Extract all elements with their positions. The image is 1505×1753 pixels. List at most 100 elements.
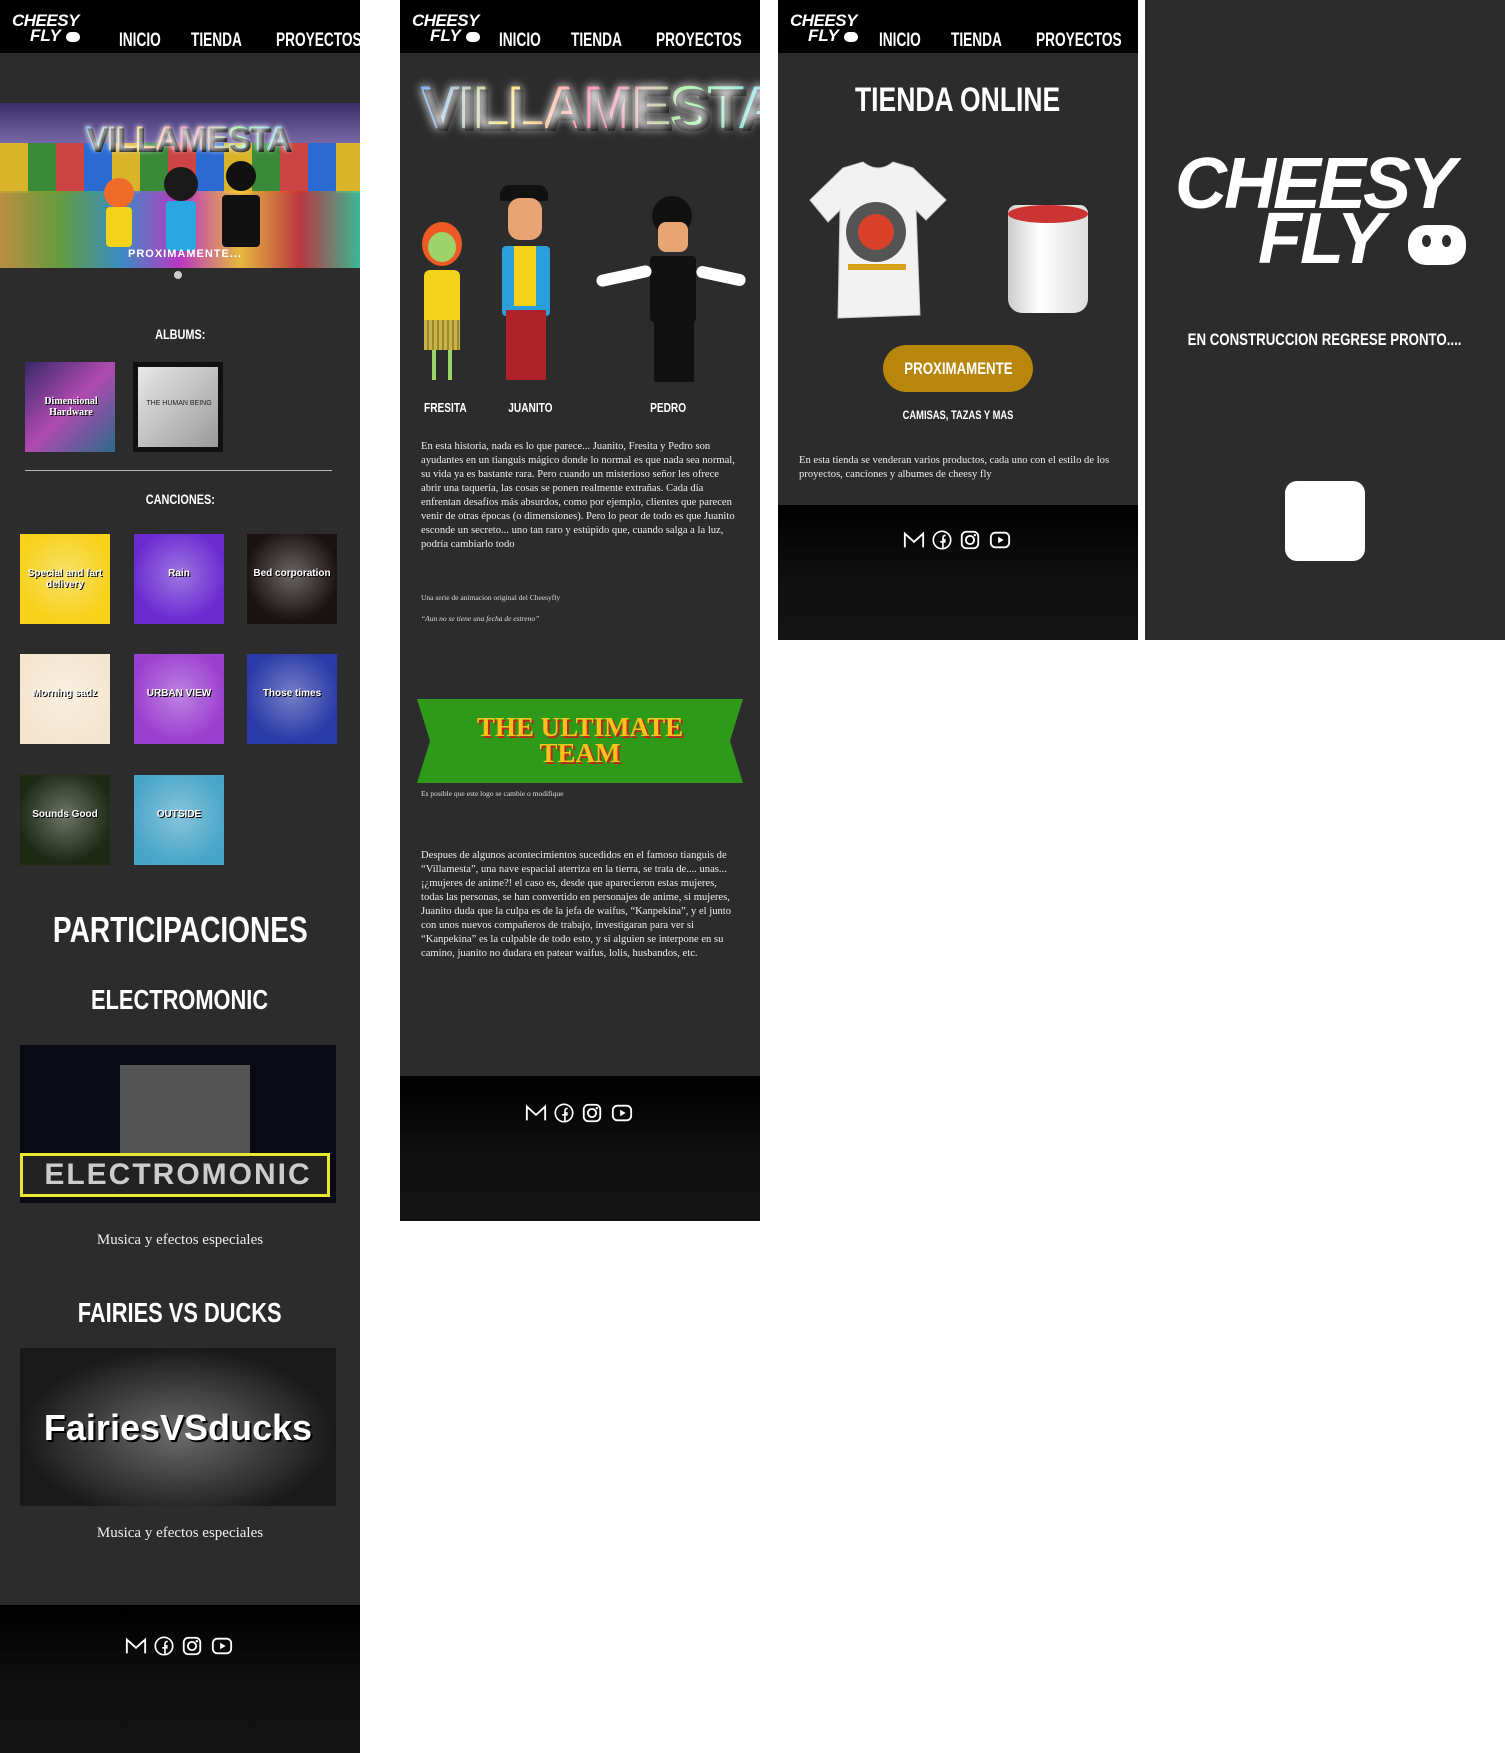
instagram-icon[interactable]	[959, 529, 981, 551]
nav-inicio[interactable]: INICIO	[499, 30, 541, 52]
construction-message: EN CONSTRUCCION REGRESE PRONTO....	[1188, 330, 1462, 349]
logo-bug-icon	[66, 32, 80, 42]
song-title: Morning sadz	[32, 688, 98, 699]
nav-inicio[interactable]: INICIO	[119, 30, 161, 52]
logo-bug-icon	[844, 32, 858, 42]
electromonic-caption: Musica y efectos especiales	[96, 1232, 264, 1248]
pedro-head	[226, 161, 256, 191]
logo-text-2: FLY	[1258, 199, 1385, 279]
logo[interactable]: CHEESY FLY	[406, 10, 486, 46]
song-title: Bed corporation	[253, 568, 331, 579]
character-name: JUANITO	[507, 400, 553, 415]
social-links	[400, 1102, 760, 1124]
juanito-body	[166, 201, 196, 251]
gmail-icon[interactable]	[525, 1102, 547, 1124]
youtube-icon[interactable]	[609, 1102, 635, 1124]
character-name: PEDRO	[649, 400, 687, 415]
nav-proyectos[interactable]: PROYECTOS	[656, 30, 742, 52]
fairies-banner[interactable]: FairiesVSducks	[20, 1348, 336, 1506]
youtube-icon[interactable]	[209, 1635, 235, 1657]
fairies-heading: FAIRIES VS DUCKS	[78, 1297, 282, 1328]
song-thumbnail[interactable]: OUTSIDE	[134, 775, 224, 865]
juanito-pants	[506, 310, 546, 380]
song-title: Rain	[168, 568, 190, 579]
shop-description: En esta tienda se venderan varios produc…	[799, 455, 1110, 480]
placeholder-box	[1285, 481, 1365, 561]
divider	[25, 470, 332, 471]
gmail-icon[interactable]	[903, 529, 925, 551]
release-note: “Aun no se tiene una fecha de estreno”	[421, 614, 540, 623]
youtube-icon[interactable]	[987, 529, 1013, 551]
shop-title: TIENDA ONLINE	[855, 81, 1061, 119]
instagram-icon[interactable]	[581, 1102, 603, 1124]
logo[interactable]: CHEESY FLY	[6, 10, 86, 46]
nav-proyectos[interactable]: PROYECTOS	[1036, 30, 1122, 52]
juanito-head	[164, 167, 198, 201]
logo-bug-icon	[1408, 225, 1466, 265]
logo-text-2: FLY	[430, 26, 461, 45]
album-the-human-being[interactable]: THE HUMAN BEING	[133, 362, 223, 452]
logo-note: Es posible que este logo se cambie o mod…	[421, 789, 564, 798]
ultimate-team-logo: THE ULTIMATE TEAM	[417, 699, 743, 783]
carousel-dot[interactable]	[174, 271, 182, 279]
pedro-arm	[595, 264, 653, 288]
album-title: THE HUMAN BEING	[146, 400, 212, 407]
song-thumbnail[interactable]: Rain	[134, 534, 224, 624]
series-note: Una serie de animacion original del Chee…	[421, 593, 561, 602]
fresita-leg	[448, 350, 452, 380]
villamesta-page: CHEESY FLY INICIO TIENDA PROYECTOS VILLA…	[400, 0, 760, 1221]
mug-product[interactable]	[1008, 205, 1088, 313]
footer	[0, 1605, 360, 1753]
song-title: OUTSIDE	[156, 809, 202, 820]
proximamente-button[interactable]: PROXIMAMENTE	[883, 345, 1033, 392]
hero-carousel[interactable]: VILLAMESTA PROXIMAMENTE...	[0, 103, 360, 268]
song-thumbnail[interactable]: Bed corporation	[247, 534, 337, 624]
facebook-icon[interactable]	[553, 1102, 575, 1124]
juanito-undershirt	[514, 246, 536, 306]
song-title: Special and fart delivery	[27, 568, 103, 590]
albums-heading: ALBUMS:	[154, 326, 206, 342]
nav-inicio[interactable]: INICIO	[879, 30, 921, 52]
fairies-caption: Musica y efectos especiales	[96, 1525, 264, 1541]
synopsis: En esta historia, nada es lo que parece.…	[421, 441, 735, 550]
ultimate-team-line-2: TEAM	[539, 738, 621, 768]
juanito-face	[508, 198, 542, 240]
footer	[778, 505, 1138, 640]
electromonic-heading: ELECTROMONIC	[91, 984, 269, 1015]
instagram-icon[interactable]	[181, 1635, 203, 1657]
shop-subtitle: CAMISAS, TAZAS Y MAS	[902, 408, 1014, 422]
song-thumbnail[interactable]: Sounds Good	[20, 775, 110, 865]
fresita-face	[428, 232, 456, 262]
logo[interactable]: CHEESY FLY	[784, 10, 864, 46]
album-title: Dimensional Hardware	[44, 396, 98, 418]
footer	[400, 1076, 760, 1221]
album-dimensional-hardware[interactable]: Dimensional Hardware	[25, 362, 115, 452]
song-thumbnail[interactable]: Those times	[247, 654, 337, 744]
facebook-icon[interactable]	[931, 529, 953, 551]
song-thumbnail[interactable]: URBAN VIEW	[134, 654, 224, 744]
electromonic-banner[interactable]: ELECTROMONIC	[20, 1045, 336, 1203]
tshirt-product[interactable]	[808, 160, 948, 320]
gmail-icon[interactable]	[125, 1635, 147, 1657]
pedro-face	[658, 222, 688, 252]
villamesta-title: VILLAMESTA	[420, 76, 760, 140]
social-links	[0, 1635, 360, 1657]
nav-tienda[interactable]: TIENDA	[951, 30, 1002, 52]
nav-proyectos[interactable]: PROYECTOS	[276, 30, 360, 52]
story: Despues de algunos acontecimientos suced…	[421, 850, 732, 959]
nav-tienda[interactable]: TIENDA	[571, 30, 622, 52]
banner-text: FairiesVSducks	[43, 1407, 313, 1448]
songs-heading: CANCIONES:	[145, 491, 215, 507]
song-thumbnail[interactable]: Special and fart delivery	[20, 534, 110, 624]
fresita-skirt	[424, 320, 460, 350]
song-title: Those times	[262, 688, 322, 699]
song-thumbnail[interactable]: Morning sadz	[20, 654, 110, 744]
facebook-icon[interactable]	[153, 1635, 175, 1657]
header: CHEESY FLY INICIO TIENDA PROYECTOS	[778, 0, 1138, 53]
song-title: URBAN VIEW	[146, 688, 212, 699]
participations-heading: PARTICIPACIONES	[52, 909, 308, 950]
pedro-body	[222, 195, 260, 247]
header: CHEESY FLY INICIO TIENDA PROYECTOS	[0, 0, 360, 53]
fresita-body	[106, 207, 132, 247]
nav-tienda[interactable]: TIENDA	[191, 30, 242, 52]
